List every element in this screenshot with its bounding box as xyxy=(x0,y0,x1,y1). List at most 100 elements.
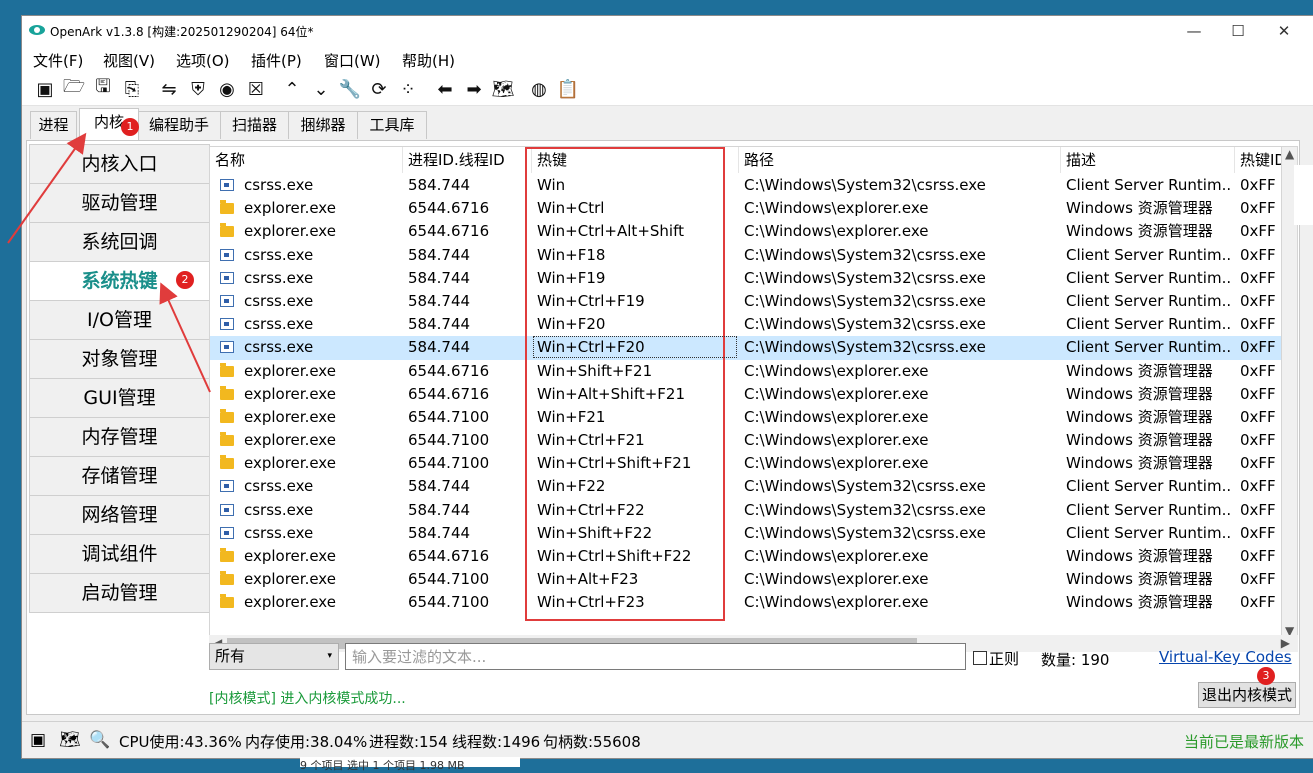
arrow-left-icon[interactable]: ⬅ xyxy=(432,76,458,102)
cell-description: Client Server Runtim... xyxy=(1066,477,1231,496)
open-folder-icon[interactable]: 🗁 xyxy=(61,76,87,102)
virtual-key-codes-link[interactable]: Virtual-Key Codes xyxy=(1159,648,1292,666)
sidebar-item-network-manager[interactable]: 网络管理 xyxy=(29,496,210,535)
arrow-down-icon[interactable]: ⌄ xyxy=(308,76,334,102)
cell-description: Client Server Runtim... xyxy=(1066,338,1231,357)
eye-icon[interactable]: ◉ xyxy=(214,76,240,102)
console-app-icon xyxy=(220,341,234,354)
sidebar-item-system-callbacks[interactable]: 系统回调 xyxy=(29,223,210,262)
table-row[interactable]: explorer.exe 6544.6716 Win+Ctrl C:\Windows\… xyxy=(210,197,1282,220)
process-count: 进程数:154 xyxy=(369,733,448,751)
console-app-icon xyxy=(220,318,234,331)
table-row[interactable]: csrss.exe 584.744 Win+F22 C:\Windows\System… xyxy=(210,475,1282,498)
table-row[interactable]: explorer.exe 6544.6716 Win+Ctrl+Shift+F22 C… xyxy=(210,545,1282,568)
table-row[interactable]: csrss.exe 584.744 Win+F18 C:\Windows\System… xyxy=(210,244,1282,267)
search-icon[interactable]: 🔍 xyxy=(89,730,110,750)
table-row[interactable]: csrss.exe 584.744 Win+Ctrl+F20 C:\Windows\S… xyxy=(210,336,1282,360)
arrow-right-icon[interactable]: ➡ xyxy=(461,76,487,102)
cell-name: explorer.exe xyxy=(244,454,336,473)
menu-view[interactable]: 视图(V) xyxy=(103,50,155,71)
globe-icon[interactable]: ◍ xyxy=(526,76,552,102)
table-row[interactable]: explorer.exe 6544.6716 Win+Shift+F21 C:\Win… xyxy=(210,360,1282,383)
column-header-hotkey-id[interactable]: 热键ID xyxy=(1235,147,1282,173)
cell-hotkey: Win+Shift+F22 xyxy=(537,523,653,542)
table-row[interactable]: csrss.exe 584.744 Win+F19 C:\Windows\System… xyxy=(210,267,1282,290)
tab-toolkit[interactable]: 工具库 xyxy=(357,111,427,139)
cell-description: Client Server Runtim... xyxy=(1066,245,1231,264)
save-icon[interactable]: 🖫 xyxy=(90,76,116,102)
tab-coding-helper[interactable]: 编程助手 xyxy=(137,111,221,139)
table-row[interactable]: csrss.exe 584.744 Win+Shift+F22 C:\Windows\… xyxy=(210,522,1282,545)
table-row[interactable]: explorer.exe 6544.7100 Win+Ctrl+Shift+F21 C… xyxy=(210,452,1282,475)
cell-path: C:\Windows\explorer.exe xyxy=(744,222,929,241)
map-icon[interactable]: 🗺 xyxy=(490,76,516,102)
cell-name: csrss.exe xyxy=(244,268,314,287)
filter-scope-select[interactable]: 所有 ▾ xyxy=(209,643,339,670)
filter-input[interactable] xyxy=(345,643,966,670)
cell-description: Windows 资源管理器 xyxy=(1066,199,1213,218)
clipboard-icon[interactable]: 📋 xyxy=(555,76,581,102)
refresh-icon[interactable]: ⟳ xyxy=(366,76,392,102)
export-icon[interactable]: ⎘ xyxy=(119,76,145,102)
sidebar-item-memory-manager[interactable]: 内存管理 xyxy=(29,418,210,457)
sidebar-item-gui-manager[interactable]: GUI管理 xyxy=(29,379,210,418)
sidebar-item-startup-manager[interactable]: 启动管理 xyxy=(29,574,210,613)
tab-bundler[interactable]: 捆绑器 xyxy=(288,111,358,139)
hotkey-list[interactable]: 名称 进程ID.线程ID 热键 路径 描述 热键ID csrss.exe 584.… xyxy=(209,146,1283,641)
thread-count: 线程数:1496 xyxy=(452,733,541,751)
table-row[interactable]: explorer.exe 6544.6716 Win+Alt+Shift+F21 C:… xyxy=(210,383,1282,406)
sidebar-item-debug-components[interactable]: 调试组件 xyxy=(29,535,210,574)
console-app-icon xyxy=(220,179,234,191)
wrench-icon[interactable]: 🔧 xyxy=(337,76,363,102)
console-icon[interactable]: ▣ xyxy=(30,730,46,750)
table-row[interactable]: csrss.exe 584.744 Win+F20 C:\Windows\System… xyxy=(210,313,1282,336)
process-tree-icon[interactable]: ⇋ xyxy=(156,76,182,102)
cell-path: C:\Windows\explorer.exe xyxy=(744,570,929,589)
table-row[interactable]: explorer.exe 6544.7100 Win+Ctrl+F21 C:\Wind… xyxy=(210,429,1282,452)
sidebar-item-driver-manager[interactable]: 驱动管理 xyxy=(29,184,210,223)
minimize-button[interactable]: — xyxy=(1172,18,1216,44)
cell-hotkey: Win+F19 xyxy=(537,268,606,287)
shield-icon[interactable]: ⛨ xyxy=(185,76,211,102)
column-header-name[interactable]: 名称 xyxy=(210,147,403,173)
menu-options[interactable]: 选项(O) xyxy=(176,50,230,71)
regex-checkbox[interactable] xyxy=(973,651,987,665)
sidebar-item-storage-manager[interactable]: 存储管理 xyxy=(29,457,210,496)
arrow-up-icon[interactable]: ⌃ xyxy=(279,76,305,102)
kill-icon[interactable]: ☒ xyxy=(243,76,269,102)
explorer-folder-icon xyxy=(220,362,234,377)
column-header-path[interactable]: 路径 xyxy=(739,147,1061,173)
console-icon[interactable]: ▣ xyxy=(32,76,58,102)
exit-kernel-mode-button[interactable]: 退出内核模式 xyxy=(1198,682,1296,708)
cell-hotkey-id: 0xFF xyxy=(1240,454,1276,473)
sidebar-item-io-manager[interactable]: I/O管理 xyxy=(29,301,210,340)
sidebar-item-object-manager[interactable]: 对象管理 xyxy=(29,340,210,379)
cell-hotkey: Win xyxy=(537,176,566,194)
table-row[interactable]: csrss.exe 584.744 Win+Ctrl+F22 C:\Windows\S… xyxy=(210,499,1282,522)
maximize-button[interactable]: ☐ xyxy=(1216,18,1260,44)
column-header-hotkey[interactable]: 热键 xyxy=(532,147,739,173)
title-bar[interactable]: OpenArk v1.3.8 [构建:202501290204] 64位* — … xyxy=(22,16,1313,46)
grid-icon[interactable]: ⁘ xyxy=(395,76,421,102)
tab-process[interactable]: 进程 xyxy=(30,111,77,139)
sidebar-item-kernel-entry[interactable]: 内核入口 xyxy=(29,144,210,184)
map-icon[interactable]: 🗺 xyxy=(59,730,81,750)
menu-plugins[interactable]: 插件(P) xyxy=(251,50,302,71)
table-row[interactable]: explorer.exe 6544.7100 Win+Ctrl+F23 C:\Wind… xyxy=(210,591,1282,614)
cell-name: explorer.exe xyxy=(244,384,336,403)
menu-file[interactable]: 文件(F) xyxy=(33,50,83,71)
column-header-pid-tid[interactable]: 进程ID.线程ID xyxy=(403,147,532,173)
scroll-up-icon[interactable]: ▲ xyxy=(1285,147,1294,161)
tab-scanner[interactable]: 扫描器 xyxy=(220,111,289,139)
table-row[interactable]: csrss.exe 584.744 Win+Ctrl+F19 C:\Windows\S… xyxy=(210,290,1282,313)
console-app-icon xyxy=(220,271,234,284)
close-button[interactable]: ✕ xyxy=(1262,18,1306,44)
table-row[interactable]: csrss.exe 584.744 Win C:\Windows\System32\c… xyxy=(210,174,1282,197)
table-row[interactable]: explorer.exe 6544.7100 Win+Alt+F23 C:\Windo… xyxy=(210,568,1282,591)
menu-help[interactable]: 帮助(H) xyxy=(402,50,455,71)
column-header-description[interactable]: 描述 xyxy=(1061,147,1235,173)
cell-path: C:\Windows\System32\csrss.exe xyxy=(744,291,986,310)
menu-window[interactable]: 窗口(W) xyxy=(324,50,381,71)
table-row[interactable]: explorer.exe 6544.7100 Win+F21 C:\Windows\e… xyxy=(210,406,1282,429)
table-row[interactable]: explorer.exe 6544.6716 Win+Ctrl+Alt+Shift C… xyxy=(210,220,1282,243)
